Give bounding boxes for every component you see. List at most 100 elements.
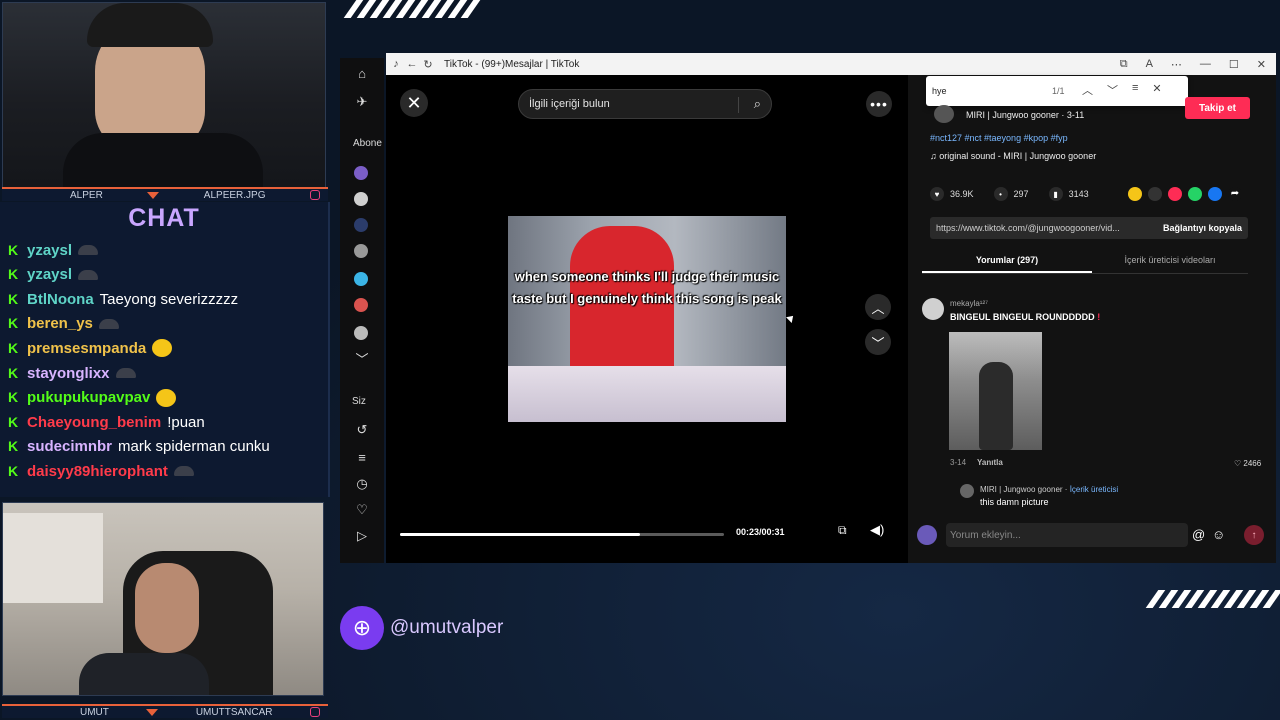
chat-username[interactable]: yzaysl (27, 242, 72, 259)
following-avatar[interactable] (354, 166, 368, 180)
following-avatar[interactable] (354, 192, 368, 206)
comment-image[interactable] (949, 332, 1042, 450)
chevron-down-icon[interactable]: ﹀ (354, 352, 370, 368)
play-icon[interactable]: ▷ (354, 528, 370, 544)
post-author[interactable]: MIRI | Jungwoo gooner · 3-11 (966, 110, 1084, 120)
chat-message: K BtlNoona Taeyong severizzzzz (8, 288, 238, 310)
find-previous-icon[interactable]: ︿ (1082, 82, 1093, 98)
comment-icon[interactable]: • (993, 187, 1008, 201)
chat-username[interactable]: daisyy89hierophant (27, 463, 168, 480)
heart-icon[interactable]: ♥ (930, 187, 944, 201)
history-icon[interactable]: ↺ (354, 422, 370, 438)
chat-message: K Chaeyoung_benim !puan (8, 411, 205, 433)
comment-input[interactable]: Yorum ekleyin... (946, 523, 1188, 547)
like-icon[interactable]: ♡ (354, 502, 370, 518)
post-comment-button[interactable]: ↑ (1244, 525, 1264, 545)
chat-username[interactable]: yzaysl (27, 266, 72, 283)
find-close-icon[interactable]: ✕ (1152, 82, 1161, 98)
following-avatar[interactable] (354, 272, 368, 286)
whatsapp-icon[interactable] (1188, 187, 1202, 201)
kick-badge-icon: K (8, 364, 19, 381)
search-input[interactable]: İlgili içeriği bulun (529, 98, 610, 110)
find-in-page-bar[interactable]: hye 1/1 ︿ ﹀ ≡ ✕ (926, 76, 1188, 106)
chat-username[interactable]: BtlNoona (27, 291, 94, 308)
reply-text: this damn picture (980, 497, 1049, 507)
comment-date: 3-14 (950, 458, 967, 467)
following-avatar[interactable] (354, 244, 368, 258)
explore-icon[interactable]: ✈ (354, 94, 370, 110)
facebook-icon[interactable] (1208, 187, 1222, 201)
find-input[interactable]: hye (932, 86, 947, 96)
mention-icon[interactable]: @ (1192, 527, 1205, 542)
comment-like-count: 2466 (1243, 459, 1262, 468)
following-avatar[interactable] (354, 218, 368, 232)
comment-likes[interactable]: ♡ 2466 (1234, 459, 1261, 468)
reply-author[interactable]: MIRI | Jungwoo gooner · İçerik üreticisi (980, 485, 1118, 494)
maximize-icon[interactable]: ☐ (1229, 58, 1239, 71)
streamer-face (135, 563, 199, 653)
send-icon[interactable] (1168, 187, 1182, 201)
chevron-up-icon: ︿ (871, 300, 885, 316)
chat-username[interactable]: premsesmpanda (27, 340, 146, 357)
home-icon[interactable]: ⌂ (354, 66, 370, 82)
video-timecode: 00:23/00:31 (736, 527, 785, 537)
comment-count: 297 (1013, 189, 1029, 199)
webcam-top-name: ALPER (70, 189, 103, 201)
author-avatar[interactable] (934, 105, 954, 123)
search-divider (738, 97, 739, 113)
back-icon[interactable]: ← (406, 58, 418, 70)
related-content-search[interactable]: İlgili içeriği bulun ⌕ (518, 89, 772, 119)
more-icon: ••• (870, 96, 888, 112)
chat-username[interactable]: Chaeyoung_benim (27, 414, 161, 431)
find-options-icon[interactable]: ≡ (1132, 82, 1138, 98)
volume-icon[interactable]: ◀) (870, 522, 888, 540)
post-link[interactable]: https://www.tiktok.com/@jungwoogooner/vi… (936, 223, 1120, 233)
following-avatar[interactable] (354, 326, 368, 340)
translate-icon[interactable]: A (1146, 58, 1153, 70)
list-icon[interactable]: ≡ (354, 450, 370, 466)
install-app-icon[interactable]: ⧉ (1120, 58, 1128, 71)
next-video-button[interactable]: ﹀ (865, 329, 891, 355)
picture-in-picture-icon[interactable]: ⧉ (838, 523, 854, 539)
heart-outline-icon: ♡ (1234, 459, 1244, 468)
post-sound[interactable]: ♫ original sound - MIRI | Jungwoo gooner (930, 151, 1096, 161)
chat-username[interactable]: stayonglixx (27, 365, 110, 382)
browser-window: ♪ ← ↻ TikTok - (99+)Mesajlar | TikTok ⧉ … (386, 53, 1276, 563)
menu-icon[interactable]: ⋯ (1171, 58, 1182, 71)
share-arrow-icon[interactable]: ➦ (1228, 187, 1242, 201)
embed-icon[interactable] (1148, 187, 1162, 201)
minimize-icon[interactable]: — (1200, 58, 1211, 70)
tab-creator-videos[interactable]: İçerik üreticisi videoları (1092, 255, 1248, 265)
chat-username[interactable]: pukupukupavpav (27, 389, 150, 406)
video-progress-fill[interactable] (400, 533, 640, 536)
refresh-icon[interactable]: ↻ (422, 58, 434, 71)
video-floor (508, 366, 786, 422)
post-sound-label: original sound - MIRI | Jungwoo gooner (939, 151, 1097, 161)
chat-username[interactable]: sudecimnbr (27, 438, 112, 455)
find-next-icon[interactable]: ﹀ (1107, 82, 1118, 98)
bookmark-icon[interactable]: ▮ (1048, 187, 1063, 201)
coin-icon[interactable] (1128, 187, 1142, 201)
clock-icon[interactable]: ◷ (354, 476, 370, 492)
close-video-button[interactable]: ✕ (400, 89, 428, 117)
comment-avatar[interactable] (922, 298, 944, 320)
webcam-top-handle: ALPEER.JPG (203, 189, 266, 201)
search-icon[interactable]: ⌕ (754, 96, 761, 112)
tab-comments[interactable]: Yorumlar (297) (922, 255, 1092, 265)
you-label[interactable]: Siz (352, 396, 366, 407)
reply-button[interactable]: Yanıtla (977, 458, 1003, 467)
video-player[interactable]: when someone thinks I'll judge their mus… (508, 216, 786, 422)
emoji-icon[interactable]: ☺ (1212, 527, 1225, 542)
follow-button[interactable]: Takip et (1185, 97, 1250, 119)
reply-avatar[interactable] (960, 484, 974, 498)
chat-username[interactable]: beren_ys (27, 315, 93, 332)
chat-message: Kpremsesmpanda (8, 337, 173, 359)
following-avatar[interactable] (354, 298, 368, 312)
more-options-button[interactable]: ••• (866, 91, 892, 117)
like-count: 36.9K (950, 189, 974, 199)
window-close-icon[interactable]: ✕ (1257, 58, 1266, 71)
post-hashtags[interactable]: #nct127 #nct #taeyong #kpop #fyp (930, 133, 1068, 143)
comment-username[interactable]: mekayla¹²⁷ (950, 299, 988, 308)
previous-video-button[interactable]: ︿ (865, 294, 891, 320)
copy-link-button[interactable]: Bağlantıyı kopyala (1163, 223, 1242, 233)
